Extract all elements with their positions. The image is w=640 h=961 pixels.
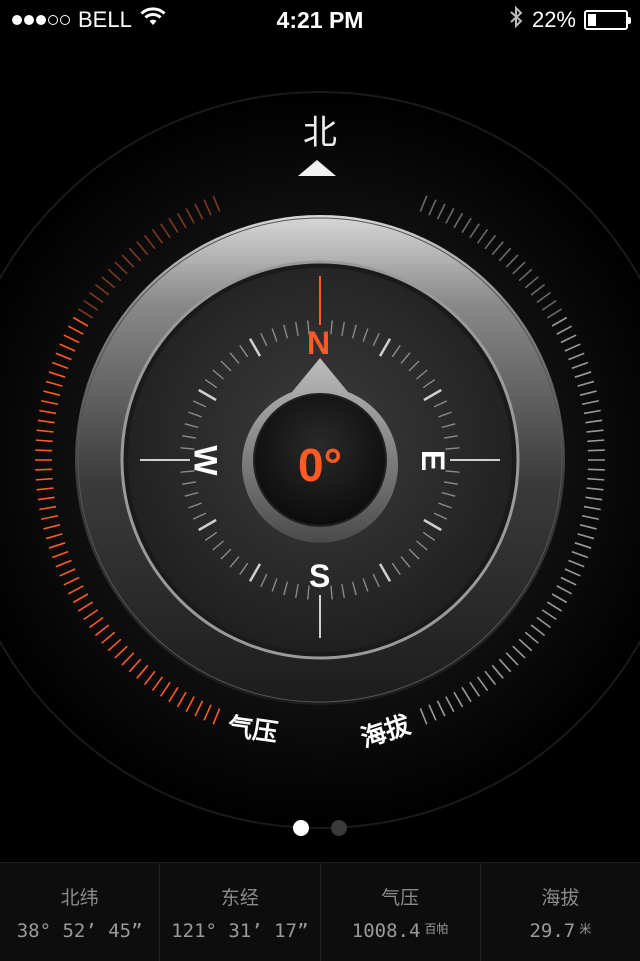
pressure-unit: 百帕	[424, 921, 449, 936]
page-dot[interactable]	[331, 820, 347, 836]
battery-percent: 22%	[531, 7, 576, 32]
info-title: 气压	[381, 886, 420, 909]
battery-icon	[584, 10, 631, 30]
wifi-icon	[140, 7, 166, 33]
altitude-cell: 海拔 29.7 米	[481, 863, 640, 961]
pressure-arc-label: 气压	[226, 711, 280, 748]
latitude-value: 38° 52’ 45”	[16, 919, 143, 942]
status-right: 22%	[508, 5, 631, 35]
pressure-cell: 气压 1008.4 百帕	[321, 863, 481, 961]
bluetooth-icon	[508, 5, 524, 35]
latitude-cell: 北纬 38° 52’ 45”	[0, 863, 161, 961]
north-indicator-icon	[298, 160, 336, 176]
altitude-unit: 米	[579, 921, 592, 936]
compass[interactable]: 北 N S E W 0° 气压 海拔	[0, 40, 640, 840]
info-title: 海拔	[541, 886, 580, 909]
signal-dot	[24, 15, 34, 25]
status-left: BELL	[12, 7, 166, 33]
info-value: 1008.4 百帕	[352, 920, 449, 942]
info-title: 东经	[220, 886, 259, 909]
page-dot[interactable]	[293, 820, 309, 836]
altitude-value: 29.7	[529, 919, 576, 942]
direction-south: S	[309, 558, 331, 594]
longitude-cell: 东经 121° 31’ 17”	[160, 863, 321, 961]
direction-north: N	[307, 325, 331, 361]
info-value: 29.7 米	[529, 920, 591, 942]
info-value: 38° 52’ 45”	[17, 920, 143, 942]
signal-dot	[12, 15, 22, 25]
carrier-name: BELL	[78, 7, 132, 32]
signal-dot	[36, 15, 46, 25]
page-indicator[interactable]	[0, 820, 640, 836]
longitude-value: 121° 31’ 17”	[171, 919, 309, 942]
info-bar: 北纬 38° 52’ 45” 东经 121° 31’ 17” 气压 1008.4…	[0, 862, 640, 961]
signal-strength-icon	[12, 15, 70, 25]
north-label: 北	[303, 113, 337, 153]
signal-dot	[48, 15, 58, 25]
info-title: 北纬	[60, 886, 99, 909]
status-bar: BELL 4:21 PM 22%	[0, 0, 640, 40]
info-value: 121° 31’ 17”	[171, 920, 308, 942]
signal-dot	[60, 15, 70, 25]
battery-fill	[588, 14, 596, 26]
pressure-value: 1008.4	[351, 919, 421, 942]
heading-readout: 0°	[298, 439, 342, 491]
